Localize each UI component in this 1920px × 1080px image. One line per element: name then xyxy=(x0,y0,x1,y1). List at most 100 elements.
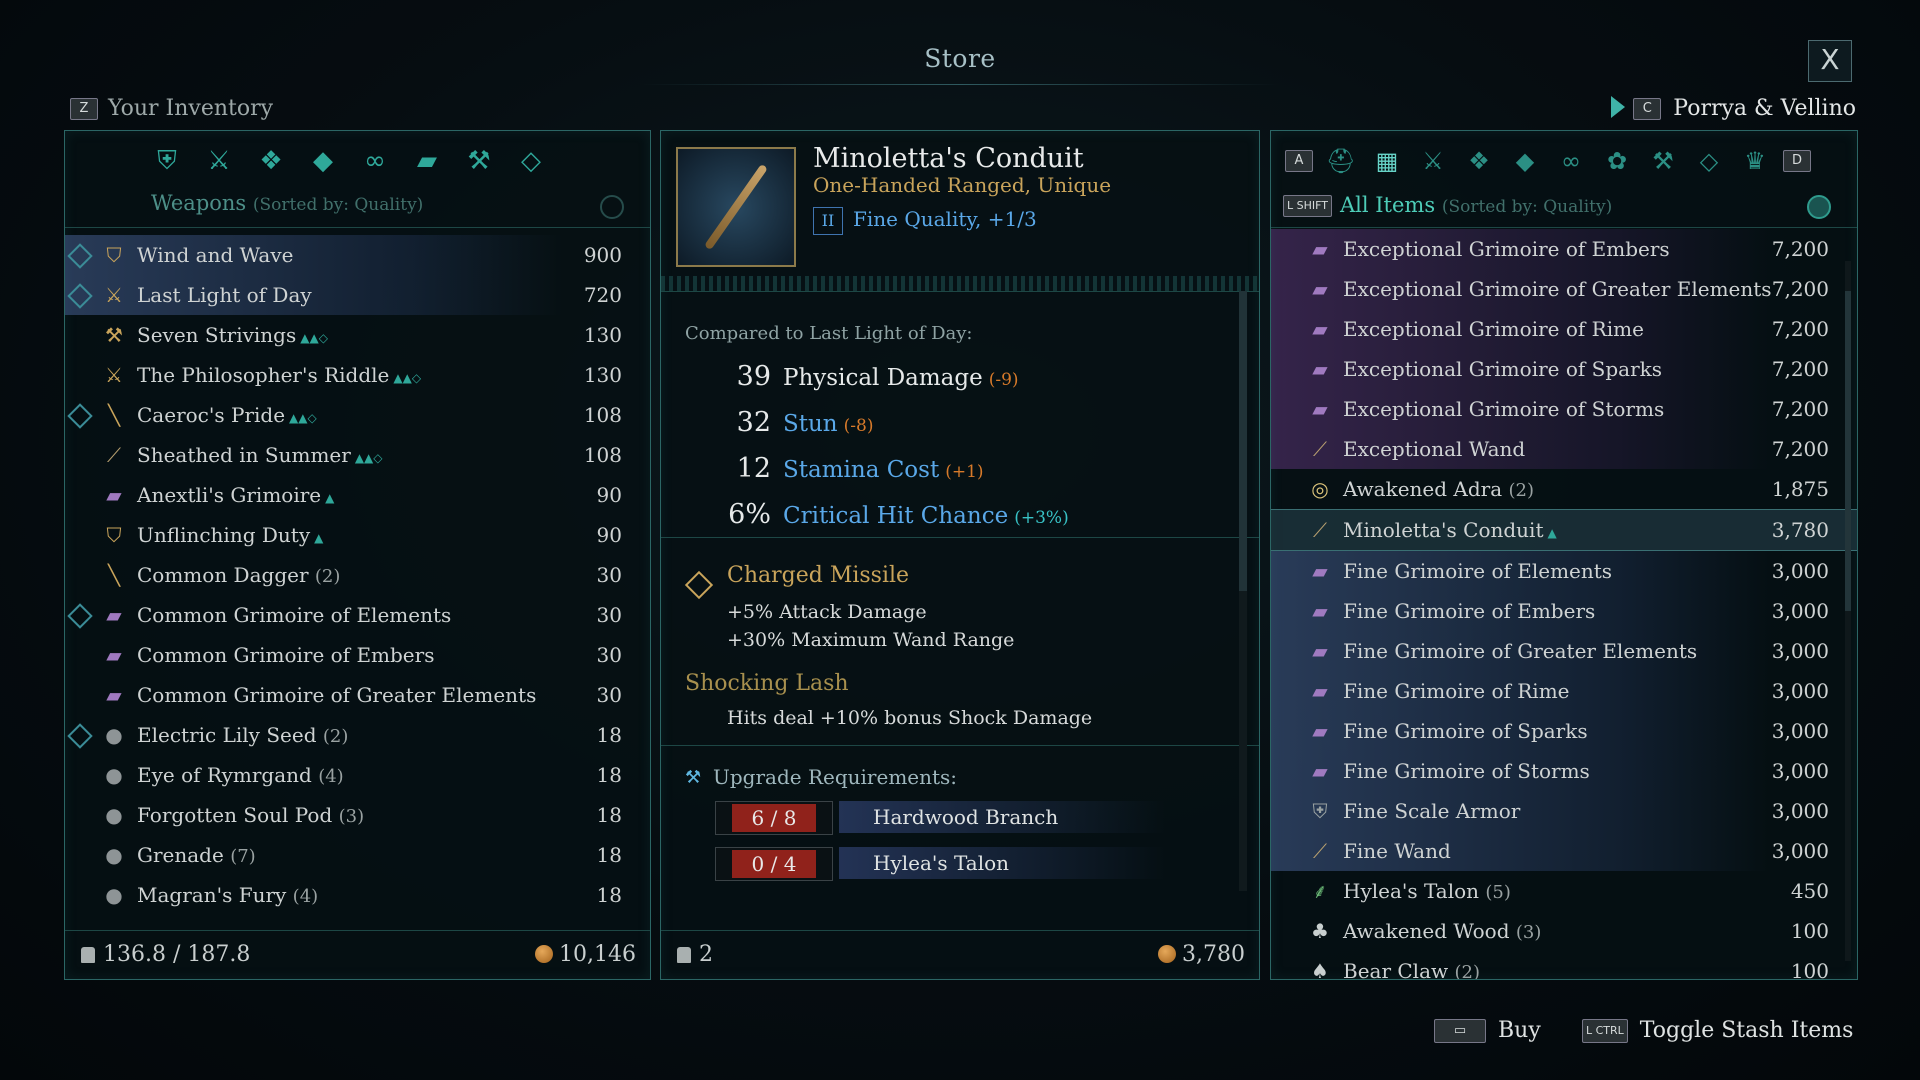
list-item[interactable]: ⚒ Seven Strivings ▲▲◇ 130 xyxy=(65,315,650,355)
stat-delta: (+1) xyxy=(945,462,984,482)
item-name: Fine Grimoire of Greater Elements xyxy=(1343,631,1697,671)
list-item[interactable]: ▰ Fine Grimoire of Embers 3,000 xyxy=(1271,591,1857,631)
merchant-filter[interactable]: L SHIFT All Items (Sorted by: Quality) xyxy=(1283,193,1612,217)
decorative-band xyxy=(661,276,1259,292)
list-item[interactable]: ▰ Common Grimoire of Elements 30 xyxy=(65,595,650,635)
merchant-sort[interactable]: (Sorted by: Quality) xyxy=(1442,197,1612,217)
rings-icon[interactable]: ∞ xyxy=(359,145,391,177)
list-item[interactable]: ⟋ Minoletta's Conduit ▲ 3,780 xyxy=(1271,509,1857,551)
list-item[interactable]: ▰ Exceptional Grimoire of Embers 7,200 xyxy=(1271,229,1857,269)
ctrl-key[interactable]: L CTRL xyxy=(1582,1019,1628,1043)
list-item[interactable]: ▰ Fine Grimoire of Sparks 3,000 xyxy=(1271,711,1857,751)
item-name-text: Fine Grimoire of Sparks xyxy=(1343,719,1588,743)
gems-tab-icon[interactable]: ◇ xyxy=(1691,145,1727,177)
upgrade-indicator-icon: ▲▲◇ xyxy=(289,411,317,425)
filter-key[interactable]: L SHIFT xyxy=(1283,195,1332,217)
item-image xyxy=(676,147,796,267)
list-item[interactable]: ♣ Awakened Wood (3) 100 xyxy=(1271,911,1857,951)
armor-icon[interactable]: ⛨ xyxy=(151,145,183,177)
weight-icon xyxy=(677,947,691,963)
list-item[interactable]: ▰ Exceptional Grimoire of Storms 7,200 xyxy=(1271,389,1857,429)
item-name: Common Grimoire of Elements xyxy=(137,595,451,635)
list-item[interactable]: ● Grenade (7) 18 xyxy=(65,835,650,875)
list-item[interactable]: ⸙ Hylea's Talon (5) 450 xyxy=(1271,871,1857,911)
list-item[interactable]: ● Magran's Fury (4) 18 xyxy=(65,875,650,915)
weapons-icon[interactable]: ⚔ xyxy=(203,145,235,177)
upgrade-indicator-icon: ▲ xyxy=(314,531,324,545)
item-price: 90 xyxy=(596,483,622,507)
boots-tab-icon[interactable]: ◆ xyxy=(1507,145,1543,177)
grimoire-icon: ▰ xyxy=(1312,639,1328,663)
armor-tab-icon[interactable]: ⛑ xyxy=(1323,145,1359,177)
weapons-tab-icon[interactable]: ⚔ xyxy=(1415,145,1451,177)
item-name: Common Dagger (2) xyxy=(137,555,340,597)
item-price: 130 xyxy=(583,363,622,387)
gems-icon[interactable]: ◇ xyxy=(515,145,547,177)
tab-right-key[interactable]: D xyxy=(1783,150,1811,172)
grimoire-icon[interactable]: ▰ xyxy=(411,145,443,177)
boots-icon[interactable]: ◆ xyxy=(307,145,339,177)
claw-icon: ♠ xyxy=(1311,959,1329,979)
wand-icon: ⟋ xyxy=(107,443,121,467)
inventory-sort[interactable]: (Sorted by: Quality) xyxy=(253,195,423,215)
list-item[interactable]: ▰ Fine Grimoire of Storms 3,000 xyxy=(1271,751,1857,791)
inventory-key[interactable]: Z xyxy=(70,98,98,120)
list-item[interactable]: ⚔ Last Light of Day 720 xyxy=(65,275,650,315)
all-items-tab-icon[interactable]: ▦ xyxy=(1369,145,1405,177)
buy-hint[interactable]: ▭ Buy xyxy=(1434,1018,1541,1043)
merchant-key[interactable]: C xyxy=(1633,98,1662,120)
item-name-text: Common Grimoire of Elements xyxy=(137,603,452,627)
space-key[interactable]: ▭ xyxy=(1434,1019,1486,1043)
settings-icon[interactable] xyxy=(600,195,624,219)
list-item[interactable]: ♠ Bear Claw (2) 100 xyxy=(1271,951,1857,979)
list-item[interactable]: ● Eye of Rymrgand (4) 18 xyxy=(65,755,650,795)
tab-left-key[interactable]: A xyxy=(1285,150,1313,172)
stat-row: 12 Stamina Cost (+1) xyxy=(691,449,1231,489)
list-item[interactable]: ⛉ Unflinching Duty ▲ 90 xyxy=(65,515,650,555)
item-quantity: (7) xyxy=(230,846,256,867)
wand-icon: ⟋ xyxy=(1313,437,1327,461)
price-value: 3,780 xyxy=(1182,942,1245,967)
upgrade-indicator-icon: ▲ xyxy=(325,491,335,505)
list-item[interactable]: ◎ Awakened Adra (2) 1,875 xyxy=(1271,469,1857,509)
item-quantity: (3) xyxy=(338,806,365,827)
list-item[interactable]: ▰ Exceptional Grimoire of Sparks 7,200 xyxy=(1271,349,1857,389)
tools-icon[interactable]: ⚒ xyxy=(463,145,495,177)
list-item[interactable]: ▰ Anextli's Grimoire ▲ 90 xyxy=(65,475,650,515)
list-item[interactable]: ⛨ Fine Scale Armor 3,000 xyxy=(1271,791,1857,831)
list-item[interactable]: ⛉ Wind and Wave 900 xyxy=(65,235,650,275)
toggle-stash-hint[interactable]: L CTRL Toggle Stash Items xyxy=(1582,1018,1853,1043)
settings-icon[interactable] xyxy=(1807,195,1831,219)
list-item[interactable]: ╲ Common Dagger (2) 30 xyxy=(65,555,650,595)
list-item[interactable]: ● Forgotten Soul Pod (3) 18 xyxy=(65,795,650,835)
list-item[interactable]: ╲ Caeroc's Pride ▲▲◇ 108 xyxy=(65,395,650,435)
item-name-text: Forgotten Soul Pod xyxy=(137,803,333,827)
rings-tab-icon[interactable]: ∞ xyxy=(1553,145,1589,177)
close-button[interactable]: X xyxy=(1808,40,1852,82)
requirement-count: 6 / 8 xyxy=(715,801,833,835)
grimoire-tab-icon[interactable]: ✿ xyxy=(1599,145,1635,177)
list-item[interactable]: ▰ Fine Grimoire of Greater Elements 3,000 xyxy=(1271,631,1857,671)
body-icon[interactable]: ❖ xyxy=(255,145,287,177)
list-item[interactable]: ▰ Common Grimoire of Greater Elements 30 xyxy=(65,675,650,715)
list-item[interactable]: ⟋ Sheathed in Summer ▲▲◇ 108 xyxy=(65,435,650,475)
crown-tab-icon[interactable]: ♛ xyxy=(1737,145,1773,177)
scrollbar-thumb[interactable] xyxy=(1845,291,1851,611)
scrollbar-thumb[interactable] xyxy=(1239,291,1247,591)
body-tab-icon[interactable]: ❖ xyxy=(1461,145,1497,177)
list-item[interactable]: ⟋ Exceptional Wand 7,200 xyxy=(1271,429,1857,469)
list-item[interactable]: ▰ Fine Grimoire of Rime 3,000 xyxy=(1271,671,1857,711)
tools-tab-icon[interactable]: ⚒ xyxy=(1645,145,1681,177)
divider xyxy=(661,745,1259,746)
list-item[interactable]: ⚔ The Philosopher's Riddle ▲▲◇ 130 xyxy=(65,355,650,395)
list-item[interactable]: ● Electric Lily Seed (2) 18 xyxy=(65,715,650,755)
item-name-text: Electric Lily Seed xyxy=(137,723,317,747)
list-item[interactable]: ⟋ Fine Wand 3,000 xyxy=(1271,831,1857,871)
list-item[interactable]: ▰ Exceptional Grimoire of Rime 7,200 xyxy=(1271,309,1857,349)
list-item[interactable]: ▰ Common Grimoire of Embers 30 xyxy=(65,635,650,675)
list-item[interactable]: ▰ Fine Grimoire of Elements 3,000 xyxy=(1271,551,1857,591)
list-item[interactable]: ▰ Exceptional Grimoire of Greater Element… xyxy=(1271,269,1857,309)
perk-title: Charged Missile xyxy=(727,563,910,588)
item-name: Bear Claw (2) xyxy=(1343,951,1480,979)
arrow-icon xyxy=(1611,96,1626,118)
